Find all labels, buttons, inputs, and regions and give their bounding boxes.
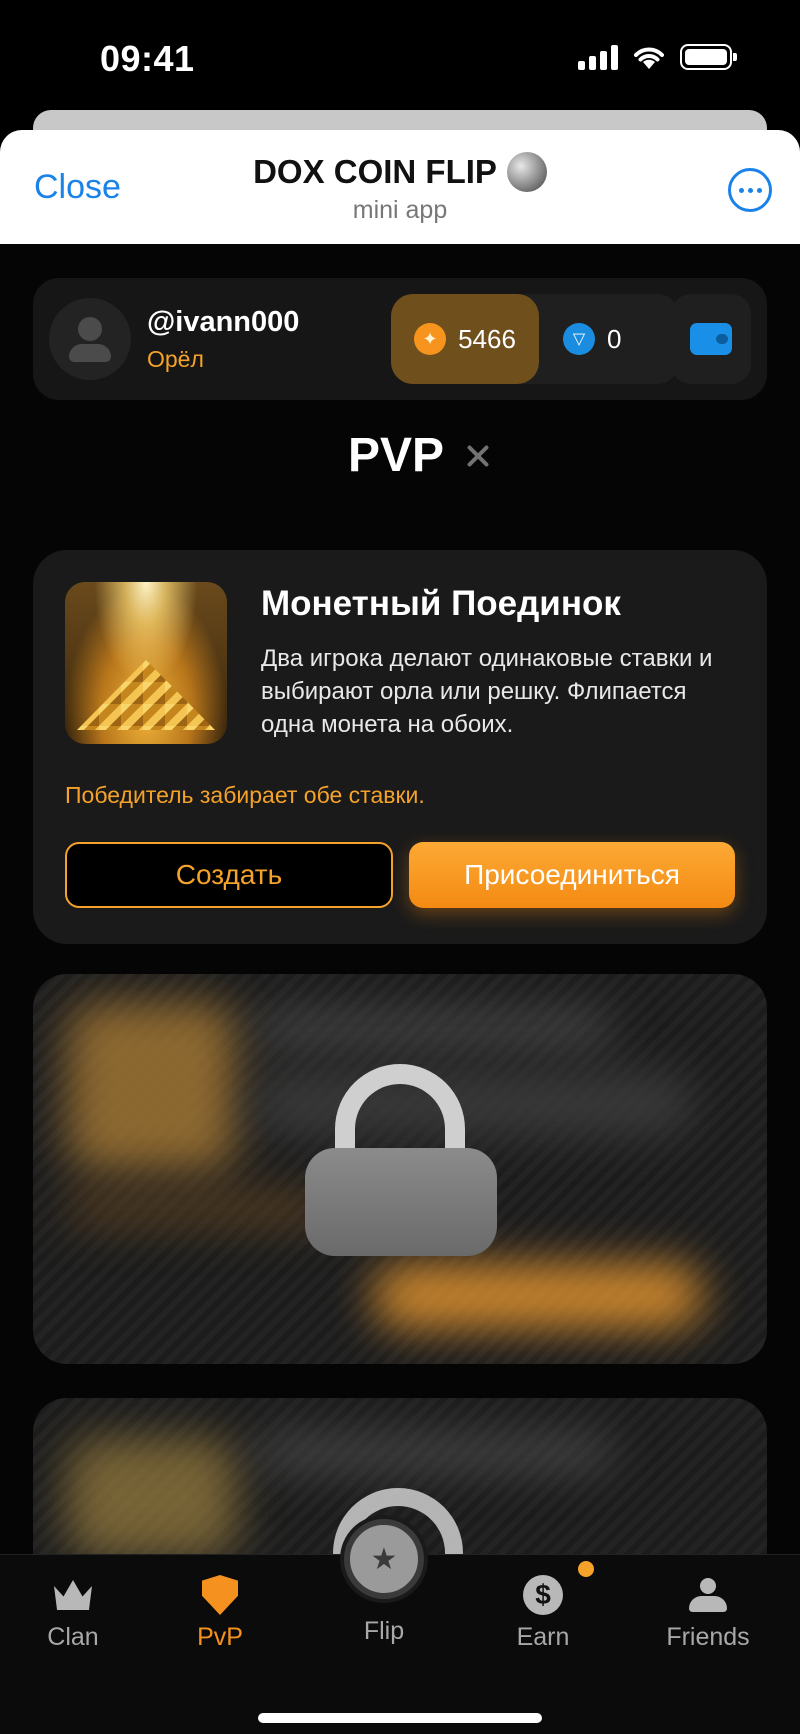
- swords-icon: [464, 442, 492, 470]
- card-note: Победитель забирает обе ставки.: [65, 782, 425, 808]
- status-bar: 09:41: [0, 0, 800, 110]
- app-title: DOX COIN FLIP: [0, 152, 800, 192]
- section-title-text: PVP: [347, 429, 445, 482]
- app-title-text: DOX COIN FLIP: [253, 153, 497, 190]
- nav-clan-label: Clan: [47, 1623, 99, 1651]
- coin-icon: [506, 152, 547, 192]
- nav-friends-label: Friends: [666, 1623, 750, 1651]
- more-button[interactable]: [728, 168, 772, 212]
- bottom-nav: Clan PvP ★ Flip $ Earn Friends: [0, 1519, 800, 1734]
- balance-group: ✦ 5466 ▽ 0: [391, 294, 679, 384]
- crown-icon: [54, 1580, 92, 1610]
- mini-app-header: Close DOX COIN FLIP mini app: [0, 130, 800, 244]
- user-bar: @ivann000 Орёл ✦ 5466 ▽ 0: [33, 278, 767, 400]
- ton-icon: ▽: [563, 323, 595, 355]
- signal-icon: [578, 44, 618, 70]
- nav-pvp[interactable]: PvP: [155, 1573, 285, 1652]
- nav-earn-label: Earn: [516, 1623, 570, 1651]
- coin-balance[interactable]: ✦ 5466: [391, 294, 539, 384]
- home-indicator[interactable]: [258, 1713, 542, 1723]
- flip-button[interactable]: ★: [344, 1519, 424, 1599]
- avatar[interactable]: [49, 298, 131, 380]
- dollar-icon: $: [523, 1575, 563, 1615]
- nav-flip-label[interactable]: Flip: [314, 1617, 454, 1646]
- ton-balance-value: 0: [607, 323, 622, 354]
- main-content: @ivann000 Орёл ✦ 5466 ▽ 0 PVP Монетный П…: [0, 244, 800, 1554]
- nav-earn[interactable]: $ Earn: [478, 1573, 608, 1652]
- nav-pvp-label: PvP: [197, 1623, 243, 1651]
- username: @ivann000: [147, 306, 300, 338]
- wifi-icon: [634, 47, 664, 69]
- lock-icon: [305, 1064, 497, 1256]
- user-rank: Орёл: [147, 346, 204, 372]
- gold-bars-image: [65, 582, 227, 744]
- section-title: PVP: [0, 428, 800, 483]
- create-button[interactable]: Создать: [65, 842, 393, 908]
- card-title: Монетный Поединок: [261, 584, 621, 623]
- wallet-button[interactable]: [671, 294, 751, 384]
- ton-balance[interactable]: ▽ 0: [563, 294, 621, 384]
- earn-badge-icon: [578, 1561, 594, 1577]
- card-description: Два игрока делают одинаковые ставки и вы…: [261, 645, 713, 738]
- more-icon: [738, 187, 744, 193]
- shield-icon: [202, 1575, 238, 1615]
- coin-balance-value: 5466: [458, 323, 516, 354]
- nav-friends[interactable]: Friends: [643, 1573, 773, 1652]
- wallet-icon: [690, 323, 732, 355]
- battery-icon: [680, 44, 737, 70]
- status-icons: [578, 44, 737, 70]
- join-button[interactable]: Присоединиться: [409, 842, 735, 908]
- star-icon: ★: [370, 1542, 398, 1576]
- app-subtitle: mini app: [352, 196, 448, 224]
- star-coin-icon: ✦: [414, 323, 447, 355]
- coin-duel-card: Монетный Поединок Два игрока делают один…: [33, 550, 767, 944]
- friends-icon: [687, 1578, 729, 1612]
- nav-clan[interactable]: Clan: [8, 1573, 138, 1652]
- status-time: 09:41: [100, 38, 195, 79]
- locked-card: [33, 974, 767, 1364]
